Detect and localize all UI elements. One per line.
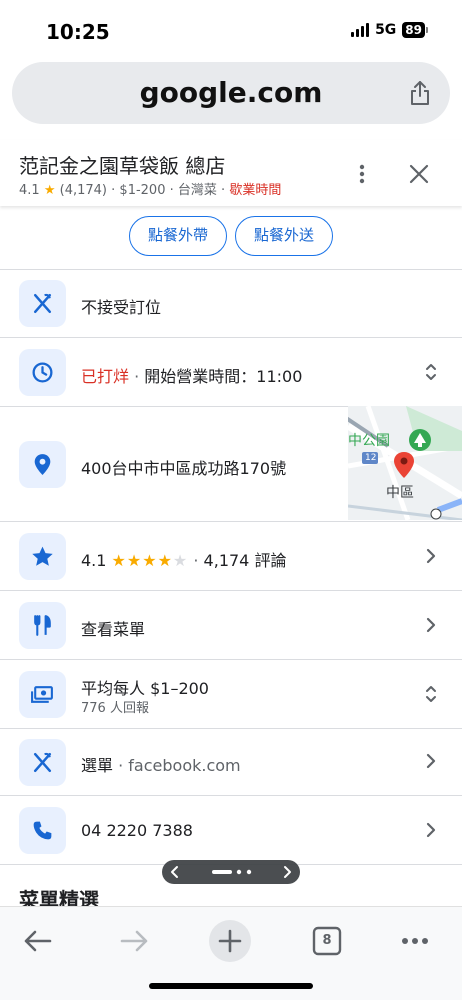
expand-icon[interactable]	[424, 362, 438, 382]
rating-value: 4.1	[81, 551, 107, 570]
order-delivery-button[interactable]: 點餐外送	[235, 216, 333, 256]
map-image	[348, 406, 462, 520]
phone-row[interactable]: 04 2220 7388	[0, 796, 462, 864]
home-indicator[interactable]	[149, 983, 313, 989]
status-bar: 10:25 5G 89	[0, 0, 462, 62]
status-indicators: 5G 89	[351, 22, 428, 38]
order-link[interactable]: facebook.com	[128, 756, 240, 775]
battery-icon: 89	[402, 22, 428, 38]
map-park-label: 中公園	[348, 433, 390, 449]
order-row[interactable]: 選單 · facebook.com	[0, 729, 462, 795]
chevron-right-icon[interactable]	[424, 615, 438, 635]
phone-number: 04 2220 7388	[81, 821, 193, 840]
hours-text: 已打烊 · 開始營業時間：11:00	[81, 363, 302, 387]
url-text[interactable]: google.com	[12, 76, 450, 109]
separator: ·	[134, 367, 140, 386]
clock-icon	[19, 349, 66, 396]
tabs-button[interactable]: 8	[304, 919, 348, 963]
page-pill-controls	[171, 866, 291, 878]
separator: ·	[118, 756, 124, 775]
more-horiz-icon[interactable]	[393, 919, 437, 963]
location-pin-icon	[19, 441, 66, 488]
forward-icon[interactable]	[112, 919, 156, 963]
payments-icon	[19, 671, 66, 718]
review-count: 4,174 評論	[203, 551, 287, 570]
more-vert-icon[interactable]	[352, 162, 372, 186]
separator: ·	[193, 551, 199, 570]
chevron-right-icon[interactable]	[424, 751, 438, 771]
close-icon[interactable]	[407, 162, 431, 186]
network-type: 5G	[375, 22, 397, 38]
price-reports: 776 人回報	[81, 701, 149, 716]
place-summary: 4.1 ★ (4,174) · $1-200 · 台灣菜 · 歇業時間	[19, 179, 281, 198]
chevron-right-icon[interactable]	[424, 820, 438, 840]
hours-row[interactable]: 已打烊 · 開始營業時間：11:00	[0, 338, 462, 406]
price-text: 平均每人 $1–200	[81, 679, 209, 698]
menu-text: 查看菜單	[81, 620, 146, 639]
rating-row[interactable]: 4.1 ★★★★★ · 4,174 評論	[0, 522, 462, 590]
separator: ·	[169, 183, 174, 198]
order-takeout-button[interactable]: 點餐外帶	[129, 216, 227, 256]
share-icon[interactable]	[408, 80, 432, 106]
hours-opening: 開始營業時間：11:00	[144, 367, 303, 386]
reservation-text: 不接受訂位	[81, 298, 162, 317]
map-district-label: 中區	[386, 485, 414, 501]
new-tab-icon[interactable]	[208, 919, 252, 963]
utensils-crossed-icon	[19, 739, 66, 786]
action-buttons: 點餐外帶 點餐外送	[0, 216, 462, 256]
no-reservation-icon	[19, 280, 66, 327]
place-price: $1-200	[119, 183, 166, 198]
empty-star: ★	[172, 551, 189, 570]
hours-link[interactable]: 歇業時間	[229, 183, 281, 198]
order-label: 選單	[81, 756, 114, 775]
place-category: 台灣菜	[177, 183, 217, 198]
reservation-row: 不接受訂位	[0, 270, 462, 337]
address-text: 400台中市中區成功路170號	[81, 459, 287, 478]
address-bar[interactable]: google.com	[12, 62, 450, 124]
place-title: 范記金之園草袋飯 總店	[19, 154, 226, 178]
price-row[interactable]: 平均每人 $1–200 776 人回報	[0, 660, 462, 728]
chevron-right-icon[interactable]	[424, 546, 438, 566]
star-icon	[19, 533, 66, 580]
phone-icon	[19, 807, 66, 854]
place-review-count: (4,174)	[59, 183, 107, 198]
map-route-label: 12	[365, 453, 377, 463]
tab-count: 8	[322, 933, 332, 948]
menu-row[interactable]: 查看菜單	[0, 591, 462, 659]
star-icon: ★	[43, 183, 56, 198]
order-text: 選單 · facebook.com	[81, 752, 241, 776]
signal-icon	[351, 23, 370, 37]
place-rating: 4.1	[19, 183, 40, 198]
hours-status: 已打烊	[81, 367, 130, 386]
status-time: 10:25	[46, 20, 110, 44]
separator: ·	[111, 183, 116, 198]
rating-text: 4.1 ★★★★★ · 4,174 評論	[81, 547, 286, 571]
rating-stars: ★★★★★	[111, 551, 189, 570]
back-icon[interactable]	[16, 919, 60, 963]
separator: ·	[221, 183, 226, 198]
map-thumbnail[interactable]: 中公園 12 中區	[348, 406, 462, 520]
battery-level: 89	[402, 22, 425, 38]
expand-icon[interactable]	[424, 684, 438, 704]
page-navigation-pill[interactable]	[162, 860, 300, 884]
place-header: 范記金之園草袋飯 總店 4.1 ★ (4,174) · $1-200 · 台灣菜…	[0, 140, 462, 206]
restaurant-icon	[19, 602, 66, 649]
